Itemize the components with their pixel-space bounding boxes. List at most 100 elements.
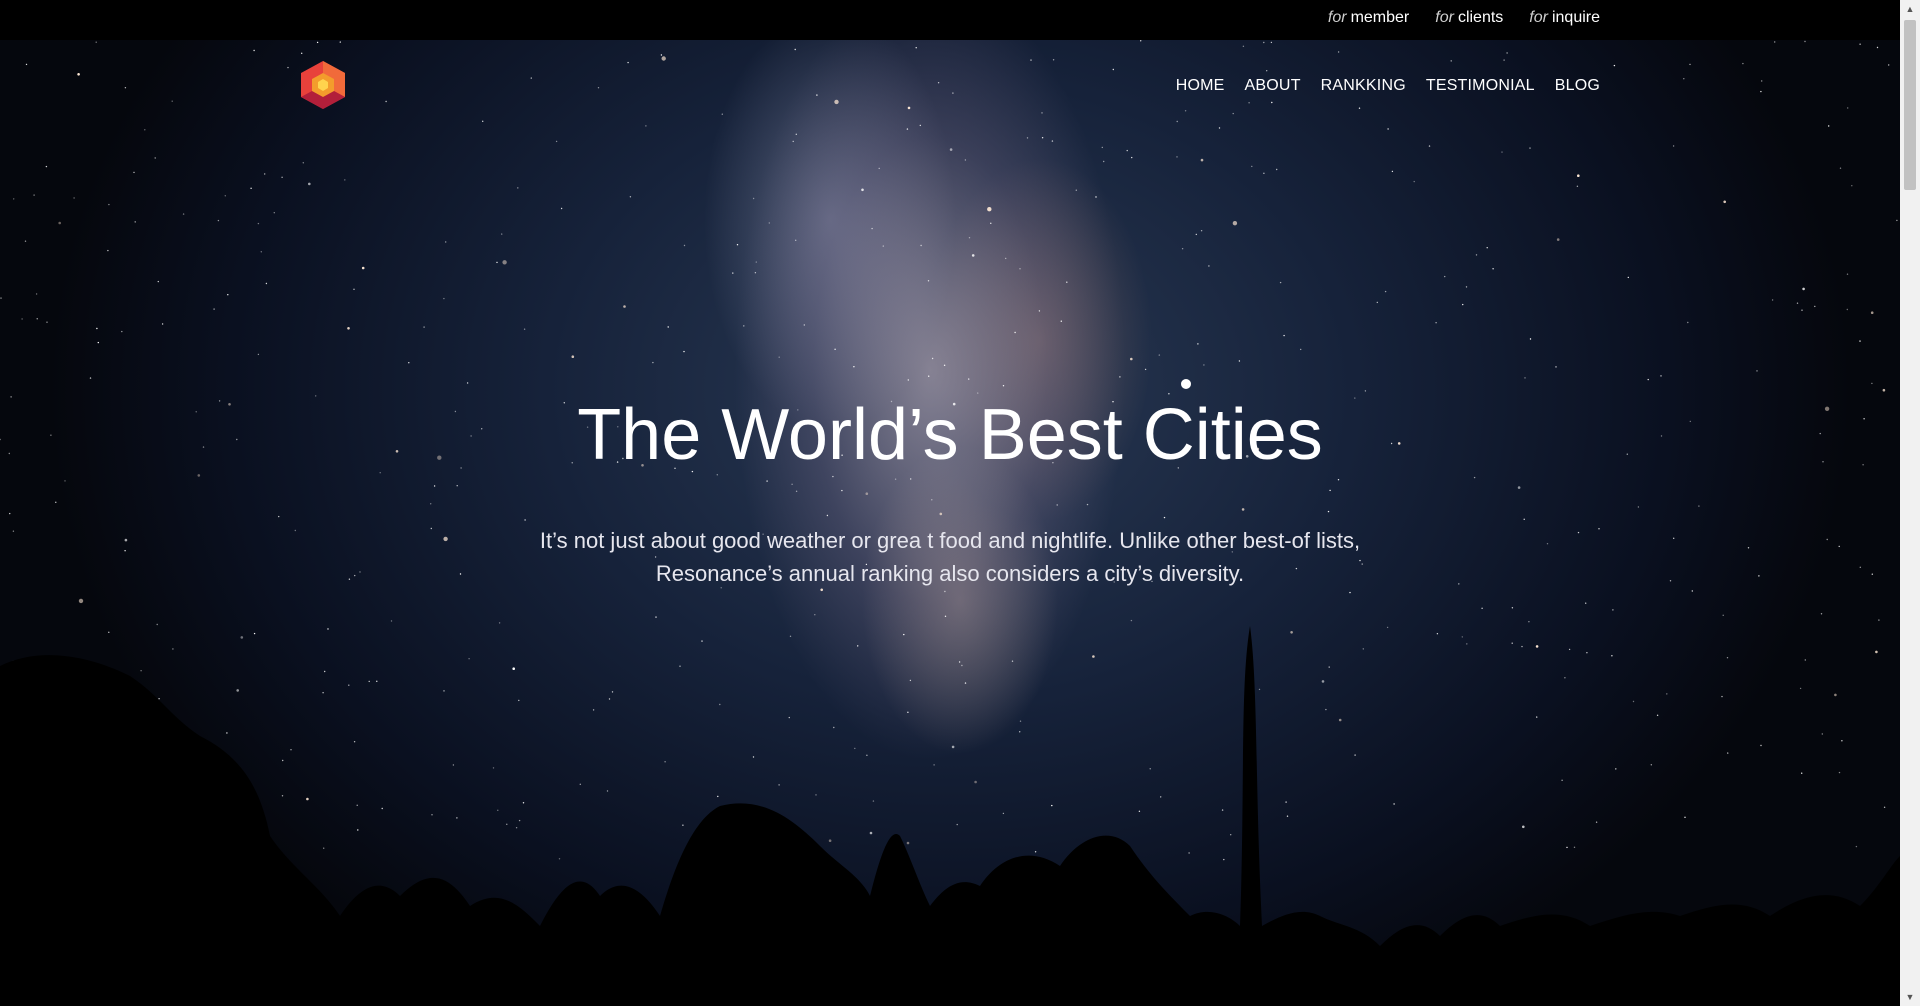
star [121, 330, 123, 333]
star [1859, 43, 1861, 45]
star [754, 272, 757, 274]
star [927, 280, 930, 282]
scroll-thumb[interactable] [1904, 20, 1916, 190]
star [834, 348, 836, 350]
star [456, 485, 458, 487]
star [597, 87, 600, 89]
star [1896, 219, 1898, 222]
star [1158, 354, 1161, 356]
star [841, 489, 843, 492]
star [1517, 486, 1521, 489]
star [1428, 145, 1431, 147]
star [1041, 137, 1044, 139]
star [1847, 107, 1849, 109]
star [732, 272, 734, 274]
star [1506, 52, 1508, 54]
star [1687, 321, 1689, 324]
star [281, 176, 283, 178]
vertical-scrollbar[interactable]: ▲ ▼ [1900, 0, 1920, 1006]
star [1358, 107, 1361, 109]
star [287, 66, 289, 69]
star [743, 325, 745, 327]
star [1019, 268, 1021, 270]
star [347, 327, 350, 330]
nav-testimonial[interactable]: TESTIMONIAL [1426, 77, 1535, 95]
star [778, 356, 780, 358]
star [645, 125, 647, 127]
star [1002, 385, 1005, 387]
star [1144, 368, 1147, 371]
star [1086, 503, 1089, 506]
star [35, 293, 38, 295]
link-label: clients [1457, 9, 1504, 26]
star [1200, 230, 1203, 232]
scroll-up-arrow-icon[interactable]: ▲ [1900, 0, 1920, 18]
nav-ranking[interactable]: RANKKING [1321, 77, 1406, 95]
star [791, 483, 793, 485]
nav-home[interactable]: HOME [1176, 77, 1225, 95]
star [987, 207, 992, 212]
star [1391, 170, 1394, 173]
star [766, 480, 768, 482]
star [1140, 40, 1142, 42]
star [1683, 78, 1685, 80]
star [1473, 476, 1476, 479]
star [134, 221, 136, 223]
for-member-link[interactable]: for member [1328, 9, 1409, 27]
star [878, 167, 880, 170]
star [1627, 276, 1630, 279]
star [496, 261, 498, 264]
star [257, 353, 260, 356]
star [466, 382, 469, 384]
star [433, 485, 436, 487]
star [931, 357, 934, 360]
star [861, 188, 864, 192]
star [652, 361, 654, 364]
star [792, 140, 794, 143]
star [1364, 390, 1367, 392]
star [1176, 156, 1178, 158]
for-inquire-link[interactable]: for inquire [1529, 9, 1600, 27]
star [501, 233, 503, 235]
star [154, 157, 156, 159]
star [768, 222, 770, 224]
star [1598, 528, 1600, 530]
star [736, 244, 739, 246]
star [182, 213, 185, 215]
star [1435, 322, 1437, 324]
star [278, 515, 280, 518]
star [1672, 145, 1675, 147]
star [826, 514, 829, 517]
star [1163, 516, 1166, 519]
star [46, 321, 48, 323]
for-clients-link[interactable]: for clients [1435, 9, 1503, 27]
star [937, 82, 940, 84]
star [1126, 149, 1128, 152]
star [1689, 63, 1691, 66]
scroll-down-arrow-icon[interactable]: ▼ [1900, 988, 1920, 1006]
star [430, 503, 432, 505]
star [161, 323, 164, 325]
star [1859, 566, 1862, 568]
star [939, 512, 943, 516]
star [502, 260, 507, 265]
star [1637, 506, 1640, 508]
star [1337, 51, 1340, 53]
star [1828, 125, 1830, 127]
star [1176, 120, 1178, 123]
star [1576, 185, 1579, 187]
star [964, 159, 967, 161]
star [721, 113, 723, 115]
nav-about[interactable]: ABOUT [1245, 77, 1301, 95]
star [920, 244, 922, 247]
star [555, 140, 558, 143]
hexagon-logo-icon[interactable] [300, 60, 346, 110]
star [445, 241, 447, 243]
star [530, 77, 532, 79]
star [265, 282, 268, 285]
star [803, 324, 805, 326]
star [1698, 505, 1700, 507]
nav-blog[interactable]: BLOG [1555, 77, 1600, 95]
star [1802, 287, 1805, 291]
star [9, 512, 11, 515]
